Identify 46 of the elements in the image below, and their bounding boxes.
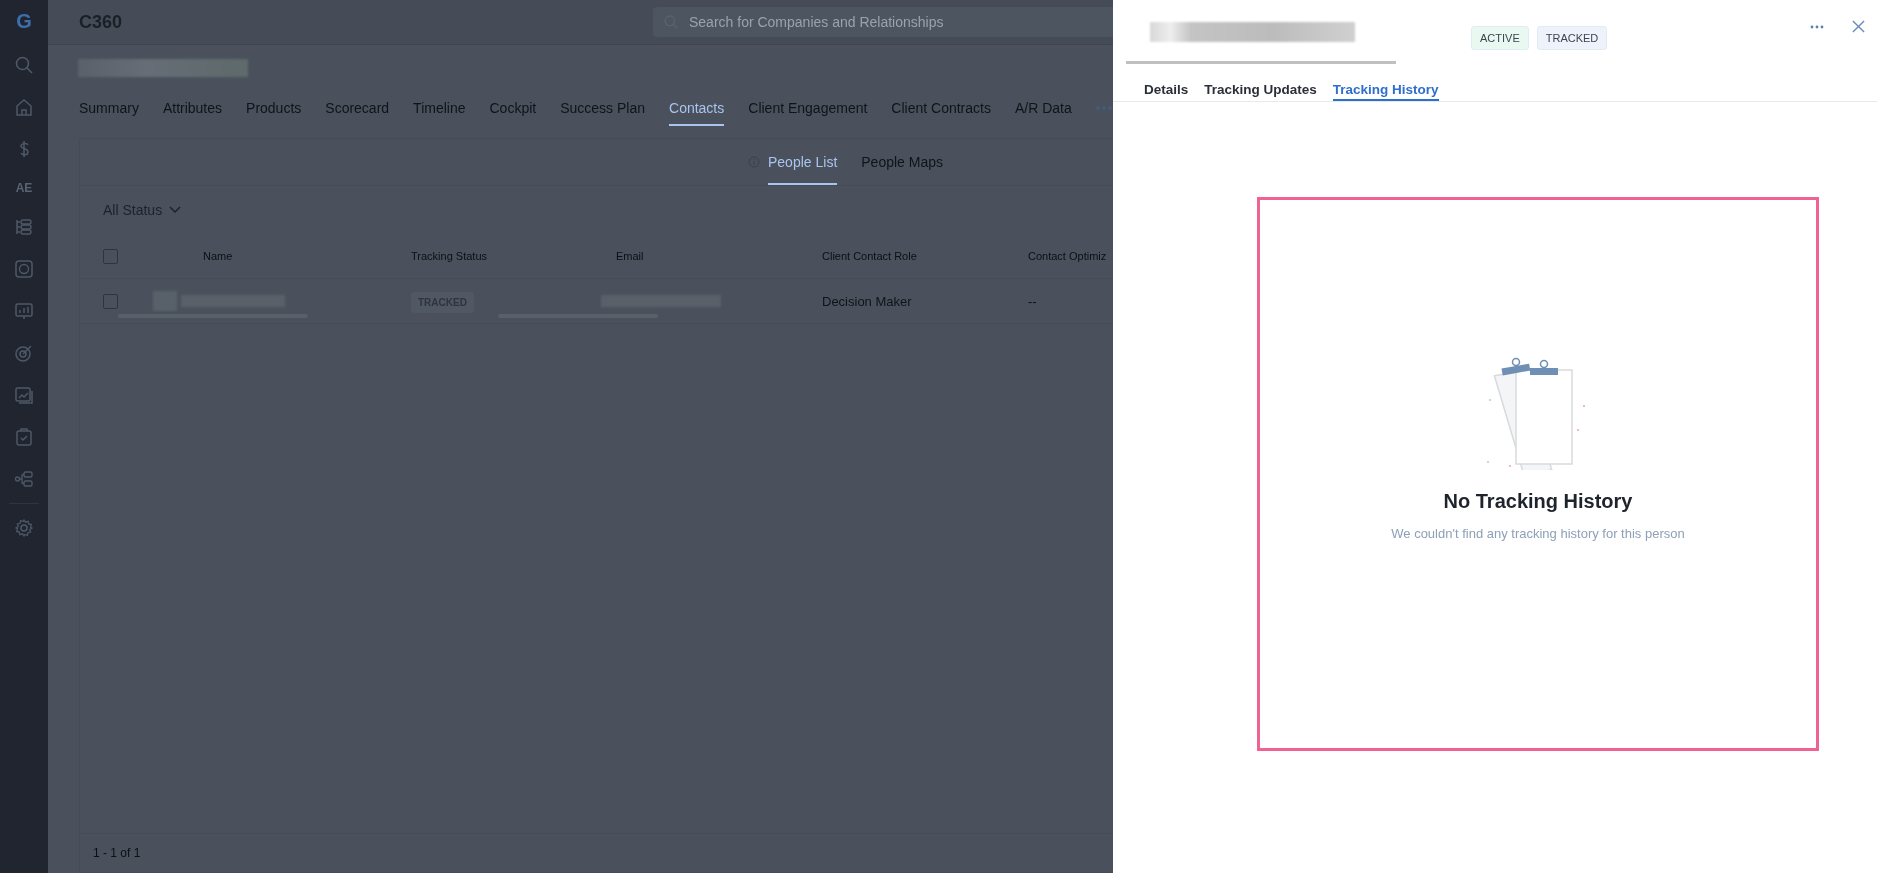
tab[interactable]: Scorecard [325, 90, 390, 126]
empty-state-message: We couldn't find any tracking history for this person [1391, 526, 1685, 541]
empty-state-title: No Tracking History [1443, 490, 1633, 513]
report-icon[interactable] [14, 385, 34, 405]
column-header: Client Contact Role [822, 250, 918, 262]
app-logo[interactable]: G [16, 10, 32, 33]
tab[interactable]: Summary [79, 90, 139, 126]
target-icon[interactable] [14, 343, 34, 363]
status-badge: ACTIVE [1471, 26, 1529, 50]
column-header: Name [203, 250, 234, 262]
table-cell-text: -- [1028, 293, 1038, 309]
settings-icon[interactable] [14, 518, 34, 538]
hierarchy-icon[interactable] [14, 469, 34, 489]
view-tab[interactable]: People List [768, 139, 838, 185]
list-icon[interactable] [14, 217, 34, 237]
search-field[interactable]: Search for Companies and Relationships [653, 7, 1113, 37]
tab[interactable]: Timeline [413, 90, 466, 126]
tab[interactable]: Attributes [162, 90, 223, 126]
column-header: Email [616, 250, 645, 262]
tab[interactable]: Tracking Updates [1204, 79, 1317, 101]
pagination-text: 1 - 1 of 1 [93, 846, 141, 860]
more-icon[interactable] [1810, 25, 1824, 29]
home-icon[interactable] [14, 97, 34, 117]
tab[interactable]: Products [246, 90, 302, 126]
tab[interactable]: Success Plan [560, 90, 645, 126]
close-icon[interactable] [1852, 20, 1865, 33]
tab[interactable]: Cockpit [489, 90, 537, 126]
tab[interactable]: Client Contracts [891, 90, 991, 126]
search-input[interactable]: Search for Companies and Relationships [687, 13, 1113, 31]
chevron-down-icon [169, 206, 182, 214]
column-header: Tracking Status [411, 250, 488, 262]
view-tab[interactable]: People Maps [861, 139, 943, 185]
tab[interactable]: A/R Data [1014, 90, 1072, 126]
table-cell-text: Decision Maker [822, 293, 913, 309]
tab[interactable]: Client Engagement [748, 90, 868, 126]
clipboard-check-icon[interactable] [14, 427, 34, 447]
checkbox[interactable] [103, 293, 118, 309]
column-header: Contact Optimiz [1028, 250, 1108, 262]
checkbox[interactable] [103, 248, 118, 264]
chart-board-icon[interactable] [14, 301, 34, 321]
search-icon[interactable] [14, 55, 34, 75]
tab[interactable]: Details [1144, 79, 1189, 101]
tab[interactable]: Tracking History [1332, 79, 1439, 101]
tab[interactable]: Contacts [669, 90, 725, 126]
status-badge: TRACKED [1536, 26, 1608, 50]
sidebar-label[interactable]: AE [15, 181, 33, 195]
